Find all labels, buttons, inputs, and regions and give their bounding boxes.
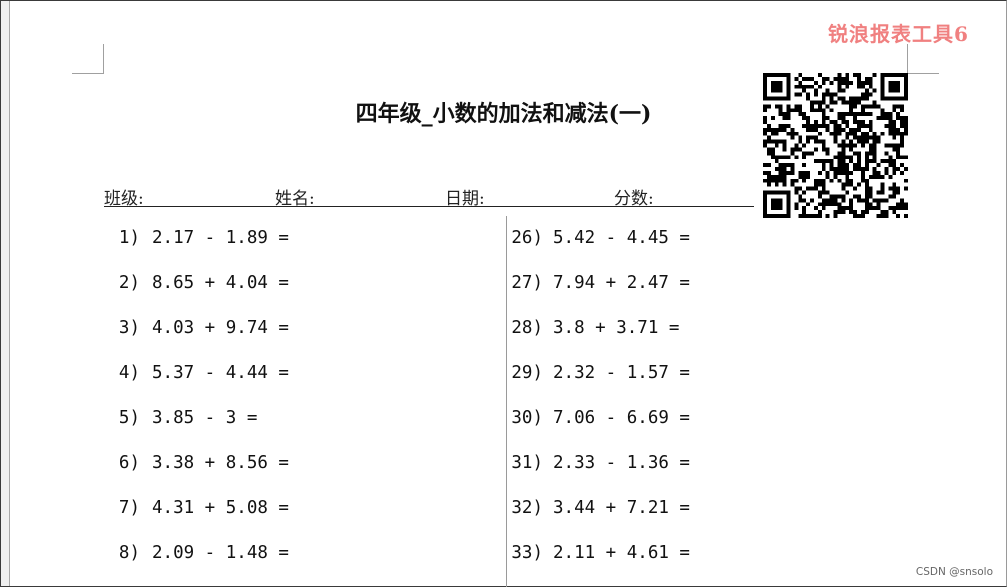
problem-number: 5)	[118, 408, 140, 428]
header-underline	[104, 206, 754, 207]
problem-number: 27)	[511, 273, 543, 293]
problem-number: 32)	[511, 498, 543, 518]
page-left-margin-strip	[1, 1, 10, 586]
corner-mark-top-left	[72, 44, 104, 74]
problem-number: 6)	[118, 453, 140, 473]
problem-number: 30)	[511, 408, 543, 428]
problem-expression: 7.06 - 6.69 =	[553, 408, 690, 428]
problem-expression: 3.85 - 3 =	[152, 408, 258, 428]
problem-expression: 2.32 - 1.57 =	[553, 363, 690, 383]
problem-expression: 3.8 + 3.71 =	[553, 318, 680, 338]
problem-number: 28)	[511, 318, 543, 338]
problem-expression: 2.33 - 1.36 =	[553, 453, 690, 473]
problem-number: 31)	[511, 453, 543, 473]
problem-expression: 7.94 + 2.47 =	[553, 273, 690, 293]
problem-expression: 8.65 + 4.04 =	[152, 273, 289, 293]
problem-number: 29)	[511, 363, 543, 383]
problem-expression: 5.42 - 4.45 =	[553, 228, 690, 248]
problem-number: 8)	[118, 543, 140, 563]
problem-expression: 3.38 + 8.56 =	[152, 453, 289, 473]
problem-expression: 5.37 - 4.44 =	[152, 363, 289, 383]
problem-number: 1)	[118, 228, 140, 248]
problem-number: 7)	[118, 498, 140, 518]
column-divider	[506, 216, 507, 587]
problem-number: 26)	[511, 228, 543, 248]
problem-expression: 2.17 - 1.89 =	[152, 228, 289, 248]
problem-expression: 4.31 + 5.08 =	[152, 498, 289, 518]
corner-mark-top-right	[907, 44, 939, 74]
problem-expression: 2.11 + 4.61 =	[553, 543, 690, 563]
problem-expression: 2.09 - 1.48 =	[152, 543, 289, 563]
watermark: 锐浪报表工具6	[828, 22, 969, 46]
problem-expression: 3.44 + 7.21 =	[553, 498, 690, 518]
credit-text: CSDN @snsolo	[915, 566, 993, 578]
problem-number: 2)	[118, 273, 140, 293]
problem-expression: 4.03 + 9.74 =	[152, 318, 289, 338]
problem-number: 33)	[511, 543, 543, 563]
qr-code-icon	[763, 73, 908, 218]
problem-number: 4)	[118, 363, 140, 383]
problem-number: 3)	[118, 318, 140, 338]
